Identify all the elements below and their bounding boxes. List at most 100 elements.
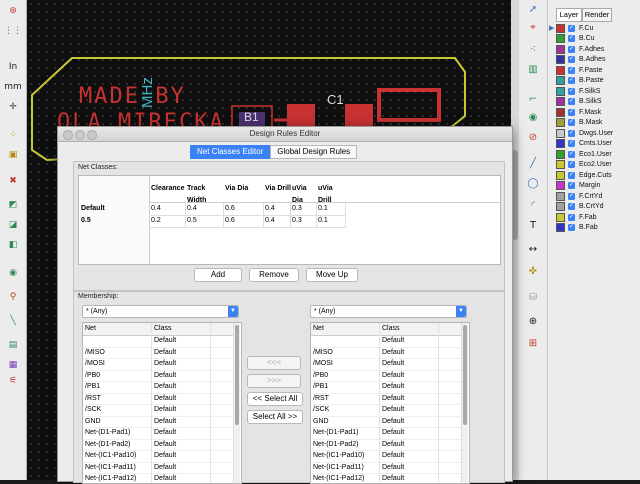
layer-row[interactable]: ✓ Cmts.User [556,139,612,149]
layer-color-swatch[interactable] [556,34,565,43]
right-tool-button[interactable]: ◜ [523,196,543,214]
list-col-net-header[interactable]: Net [83,323,152,335]
tab-layer[interactable]: Layer [556,8,582,22]
left-tool-button[interactable]: ╲ [3,312,23,330]
minimize-window-button[interactable] [75,130,85,140]
tab-global-design-rules[interactable]: Global Design Rules [270,145,358,159]
list-col-class-header[interactable]: Class [380,323,439,335]
layer-visibility-checkbox[interactable]: ✓ [568,161,575,168]
right-tool-button[interactable]: ⊞ [523,334,543,352]
layer-visibility-checkbox[interactable]: ✓ [568,129,575,137]
layer-visibility-checkbox[interactable]: ✓ [568,77,575,84]
layer-color-swatch[interactable] [556,139,565,148]
right-tool-button[interactable]: ⛁ [523,288,543,306]
left-tool-button[interactable]: ✛ [3,98,23,116]
left-net-list[interactable]: Net Class Default/MISO Default/MOSI Default /… [82,322,242,484]
layer-color-swatch[interactable] [556,191,565,201]
left-class-filter-select[interactable]: * (Any) ▼ [82,305,239,318]
left-tool-button[interactable]: ◪ [3,216,23,234]
select-all-right-button[interactable]: Select All >> [247,410,303,424]
left-tool-button[interactable]: ✖ [3,172,23,190]
layer-visibility-checkbox[interactable]: ✓ [568,213,575,221]
left-tool-button[interactable]: ⚟ [3,372,23,390]
right-tool-button[interactable]: T [523,216,543,234]
layer-color-swatch[interactable] [556,160,565,169]
right-tool-button[interactable]: ╱ [523,154,543,172]
layer-color-swatch[interactable] [556,76,565,85]
layer-row[interactable]: ✓ B.Paste [556,76,604,86]
add-net-class-button[interactable]: Add [194,268,242,282]
left-tool-button[interactable]: ⁘ [3,126,23,144]
layer-color-swatch[interactable] [556,65,565,75]
layer-row[interactable]: ✓ B.Cu [556,34,595,44]
layer-row[interactable]: ✓ F.Fab [556,212,597,222]
right-tool-button[interactable]: ⁖ [523,40,543,58]
layer-visibility-checkbox[interactable]: ✓ [568,66,575,74]
layer-color-swatch[interactable] [556,181,565,190]
list-scrollbar[interactable] [461,323,468,483]
grid-column-header[interactable]: Clearance [149,183,187,195]
layer-visibility-checkbox[interactable]: ✓ [568,171,575,179]
tab-render[interactable]: Render [582,8,612,22]
grid-value-cell[interactable]: 0.5 [185,215,224,228]
layer-row[interactable]: ✓ F.Mask [556,107,601,117]
list-scrollbar-thumb[interactable] [235,325,239,425]
right-tool-button[interactable]: ▥ [523,60,543,78]
list-item[interactable]: Net-(IC1-Pad12) Default [311,473,461,483]
list-col-net-header[interactable]: Net [311,323,380,335]
right-tool-button[interactable]: ➚ [523,0,543,18]
right-tool-button[interactable]: ⌖ [523,18,543,36]
left-tool-button[interactable]: ◧ [3,236,23,254]
grid-row-label[interactable]: 0.5 [79,215,147,227]
layer-row[interactable]: ✓ F.Paste [556,65,602,75]
grid-column-header[interactable]: Via Dia [223,183,265,195]
left-tool-button[interactable]: ◩ [3,196,23,214]
layer-visibility-checkbox[interactable]: ✓ [568,140,575,147]
list-scrollbar[interactable] [233,323,240,483]
layer-visibility-checkbox[interactable]: ✓ [568,119,575,126]
right-tool-button[interactable]: ◉ [523,108,543,126]
left-tool-button[interactable]: mm [3,78,23,96]
left-tool-button[interactable]: ⋮⋮ [3,22,23,40]
move-left-button[interactable]: <<< [247,356,301,370]
left-tool-button[interactable]: ⚲ [3,288,23,306]
layer-visibility-checkbox[interactable]: ✓ [568,224,575,231]
layer-color-swatch[interactable] [556,55,565,64]
layer-row[interactable]: ✓ F.Cu [556,23,593,33]
close-window-button[interactable] [63,130,73,140]
right-tool-button[interactable]: ◯ [523,174,543,192]
right-tool-button[interactable]: ↔ [523,240,543,258]
layer-row[interactable]: ✓ B.Mask [556,118,602,128]
layer-visibility-checkbox[interactable]: ✓ [568,98,575,105]
layer-color-swatch[interactable] [556,107,565,117]
left-tool-button[interactable]: ▣ [3,146,23,164]
zoom-window-button[interactable] [87,130,97,140]
layer-visibility-checkbox[interactable]: ✓ [568,24,575,32]
right-class-filter-select[interactable]: * (Any) ▼ [310,305,467,318]
right-tool-button[interactable]: ⌐ [523,90,543,108]
layer-row[interactable]: ✓ B.Adhes [556,55,605,65]
move-up-net-class-button[interactable]: Move Up [306,268,358,282]
layer-row[interactable]: ✓ Margin [556,181,600,191]
layer-color-swatch[interactable] [556,23,565,33]
grid-value-cell[interactable]: 0.1 [316,215,346,228]
layer-row[interactable]: ✓ F.Adhes [556,44,604,54]
layer-row[interactable]: ✓ F.SilkS [556,86,600,96]
list-scrollbar-thumb[interactable] [463,325,467,425]
layer-visibility-checkbox[interactable]: ✓ [568,45,575,53]
layer-color-swatch[interactable] [556,223,565,232]
grid-value-cell[interactable]: 0.6 [223,215,264,228]
layer-row[interactable]: ✓ Eco1.User [556,149,612,159]
grid-column-header[interactable]: Via Drill [263,183,292,195]
layer-visibility-checkbox[interactable]: ✓ [568,192,575,200]
layer-color-swatch[interactable] [556,86,565,96]
list-col-class-header[interactable]: Class [152,323,211,335]
right-tool-button[interactable]: ⊕ [523,312,543,330]
layer-row[interactable]: ✓ F.CrtYd [556,191,602,201]
layer-row[interactable]: ✓ B.CrtYd [556,202,604,212]
layer-row[interactable]: ✓ B.Fab [556,223,598,233]
left-tool-button[interactable]: ▤ [3,336,23,354]
layer-visibility-checkbox[interactable]: ✓ [568,182,575,189]
right-tool-button[interactable]: ⊘ [523,128,543,146]
layer-row[interactable]: ✓ Eco2.User [556,160,612,170]
